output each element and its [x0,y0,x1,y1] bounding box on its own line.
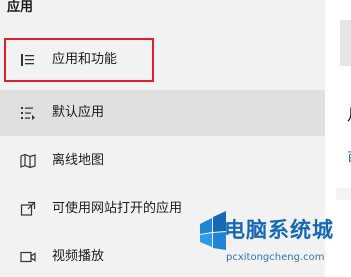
highlight-annotation-box [4,38,154,82]
video-icon [20,249,36,265]
sidebar-item-label: 默认应用 [52,105,105,120]
sidebar-item-label: 离线地图 [52,153,105,168]
default-apps-icon [20,105,36,121]
content-link-fragment[interactable]: 百 [347,148,351,165]
sidebar-item-default-apps[interactable]: 默认应用 [0,90,325,136]
map-icon [20,153,36,169]
open-web-icon [20,201,36,217]
content-heading-fragment: 月 [347,101,351,125]
sidebar-item-label: 视频播放 [52,249,105,264]
watermark: 电脑系统城 pcxitongcheng.com [198,202,351,277]
scrollbar-fragment[interactable] [340,20,351,66]
watermark-url: pcxitongcheng.com [226,252,325,263]
section-title: 应用 [7,0,34,15]
sidebar-item-label: 可使用网站打开的应用 [52,201,183,216]
sidebar-item-offline-maps[interactable]: 离线地图 [0,138,325,184]
watermark-title: 电脑系统城 [224,218,334,242]
content-fragment [336,188,351,200]
settings-window: 应用 应用和功能 默认应用 离线地图 可使用网站打开的应用 视频播放 电脑系统城… [0,0,351,277]
